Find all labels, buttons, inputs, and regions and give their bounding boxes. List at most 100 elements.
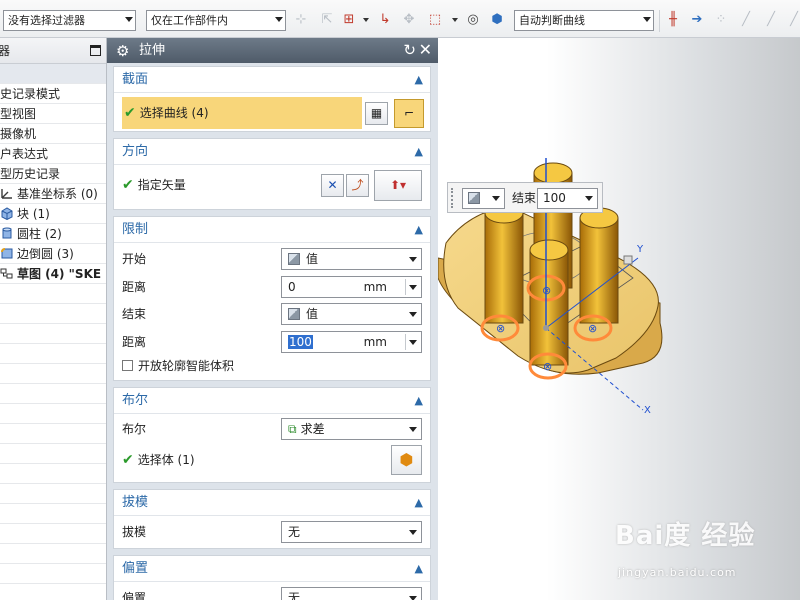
- select-body-button[interactable]: ⬢: [391, 445, 422, 475]
- chevron-down-icon[interactable]: [452, 18, 458, 22]
- boolean-type-dropdown[interactable]: ⧉ 求差: [281, 418, 422, 440]
- curve-rule-combo[interactable]: 自动判断曲线: [514, 10, 654, 31]
- stop-at-intersection-icon[interactable]: ╫: [664, 12, 682, 28]
- offset-type-dropdown[interactable]: 无: [281, 587, 422, 600]
- dialog-title-bar: ⚙ 拉伸 ↻ ✕: [107, 38, 438, 63]
- line-icon[interactable]: ╱: [762, 12, 780, 28]
- float-end-value-field[interactable]: 100: [537, 188, 598, 209]
- chevron-down-icon[interactable]: [363, 18, 369, 22]
- limits-header[interactable]: 限制 ▲: [114, 217, 430, 243]
- feature-curves-icon[interactable]: ⁘: [712, 12, 730, 28]
- navigator-row[interactable]: 圆柱 (2): [0, 224, 106, 244]
- navigator-row[interactable]: 摄像机: [0, 124, 106, 144]
- collapse-caret-icon[interactable]: ▲: [415, 388, 423, 414]
- quick-pick-icon[interactable]: ↳: [376, 12, 394, 28]
- navigator-row[interactable]: 草图 (4) "SKE: [0, 264, 106, 284]
- datum-csys-icon: [0, 186, 14, 199]
- vector-type-dropdown[interactable]: ⬆▾: [374, 170, 422, 201]
- reset-icon[interactable]: ↻: [403, 38, 416, 63]
- navigator-row[interactable]: 户表达式: [0, 144, 106, 164]
- select-curve-label: 选择曲线 (4): [139, 106, 209, 120]
- cylinder-front: [529, 249, 569, 366]
- end-type-value: 值: [306, 307, 319, 321]
- reverse-direction-button[interactable]: ✕: [321, 174, 344, 197]
- cylinder-left: [484, 212, 524, 324]
- collapse-caret-icon[interactable]: ▲: [415, 556, 423, 582]
- arrow-cursor-icon[interactable]: ⇱: [318, 12, 336, 28]
- collapse-caret-icon[interactable]: ▲: [415, 139, 423, 165]
- block-view-icon[interactable]: ⬢: [488, 12, 506, 28]
- start-distance-value: 0: [288, 280, 296, 294]
- offset-header[interactable]: 偏置 ▲: [114, 556, 430, 582]
- end-type-dropdown[interactable]: 值: [281, 303, 422, 325]
- shaded-view-icon[interactable]: ◎: [464, 12, 482, 28]
- screen-input-box: 结束 100: [447, 182, 603, 213]
- navigator-row[interactable]: 基准坐标系 (0): [0, 184, 106, 204]
- select-curve-row[interactable]: ✔ 选择曲线 (4): [122, 97, 362, 129]
- offset-type-value: 无: [288, 591, 301, 600]
- navigator-row: [0, 364, 106, 384]
- navigator-row-label: 户表达式: [0, 147, 49, 161]
- collapse-caret-icon[interactable]: ▲: [415, 490, 423, 516]
- snap-point-icon[interactable]: ⊹: [292, 12, 310, 28]
- start-distance-field[interactable]: 0 mm: [281, 276, 422, 298]
- selection-filter-combo[interactable]: 没有选择过滤器: [3, 10, 136, 31]
- direction-header[interactable]: 方向 ▲: [114, 139, 430, 165]
- open-profile-checkbox[interactable]: [122, 360, 133, 371]
- follow-fillet-icon[interactable]: ➔: [688, 12, 706, 28]
- start-type-dropdown[interactable]: 值: [281, 248, 422, 270]
- navigator-row[interactable]: 型视图: [0, 104, 106, 124]
- chevron-down-icon: [409, 427, 417, 432]
- collapse-caret-icon[interactable]: ▲: [415, 67, 423, 93]
- sketch-section-button[interactable]: ▦: [365, 102, 388, 125]
- boolean-header[interactable]: 布尔 ▲: [114, 388, 430, 414]
- navigator-row[interactable]: 块 (1): [0, 204, 106, 224]
- limits-group: 限制 ▲ 开始 值 距离 0 mm 结束 值 距离 100 mm 开放轮廓智能体积: [113, 216, 431, 381]
- navigator-row-label: 型历史记录: [0, 167, 61, 181]
- line-icon[interactable]: ╱: [737, 12, 755, 28]
- navigator-row[interactable]: 型历史记录: [0, 164, 106, 184]
- part-navigator: 器 史记录模式 型视图 摄像机 户表达式 型历史记录 基准坐标系 (0) 块 (…: [0, 38, 107, 600]
- draft-type-value: 无: [288, 525, 301, 539]
- select-body-row: ✔ 选择体 (1): [122, 450, 195, 470]
- navigator-row[interactable]: [0, 64, 106, 84]
- navigator-row-label: 史记录模式: [0, 87, 61, 101]
- selection-filter-value: 没有选择过滤器: [8, 14, 85, 27]
- limit-type-dropdown[interactable]: [462, 188, 505, 209]
- draft-header[interactable]: 拔模 ▲: [114, 490, 430, 516]
- cylinder-icon: [0, 226, 14, 239]
- curve-selection-button[interactable]: ⌐: [394, 99, 424, 128]
- point-marker: ⊗: [588, 322, 597, 335]
- cube-icon: [468, 192, 480, 204]
- rectangle-select-icon[interactable]: ⬚: [426, 12, 444, 28]
- checkmark-icon: ✔: [124, 105, 136, 121]
- chevron-down-icon: [409, 285, 417, 290]
- draft-group: 拔模 ▲ 拔模 无: [113, 489, 431, 549]
- navigator-row[interactable]: 边倒圆 (3): [0, 244, 106, 264]
- sketch-icon: [0, 266, 14, 279]
- start-label: 开始: [122, 252, 147, 266]
- line-icon[interactable]: ╱: [785, 12, 800, 28]
- section-header[interactable]: 截面 ▲: [114, 67, 430, 93]
- navigator-header: 器: [0, 38, 106, 64]
- offset-group: 偏置 ▲ 偏置 无: [113, 555, 431, 600]
- maximize-icon[interactable]: [90, 45, 101, 56]
- close-icon[interactable]: ✕: [419, 37, 432, 62]
- cylinder-right: [579, 217, 619, 324]
- open-profile-label: 开放轮廓智能体积: [138, 359, 235, 373]
- cube-icon: [288, 308, 300, 320]
- chevron-down-icon: [492, 196, 500, 201]
- move-icon[interactable]: ✥: [400, 12, 418, 28]
- end-distance-field[interactable]: 100 mm: [281, 331, 422, 353]
- vector-dialog-button[interactable]: ⤴: [346, 174, 369, 197]
- collapse-caret-icon[interactable]: ▲: [415, 217, 423, 243]
- navigator-row[interactable]: 史记录模式: [0, 84, 106, 104]
- open-profile-row[interactable]: 开放轮廓智能体积: [122, 356, 234, 376]
- selection-scope-combo[interactable]: 仅在工作部件内: [146, 10, 286, 31]
- direction-group: 方向 ▲ ✔ 指定矢量 ✕ ⤴ ⬆▾: [113, 138, 431, 210]
- draft-type-dropdown[interactable]: 无: [281, 521, 422, 543]
- gear-icon[interactable]: ⚙: [116, 39, 129, 64]
- drag-grip-icon[interactable]: [451, 188, 454, 208]
- handle-square[interactable]: [623, 255, 633, 265]
- point-constructor-icon[interactable]: ⊞: [340, 12, 358, 28]
